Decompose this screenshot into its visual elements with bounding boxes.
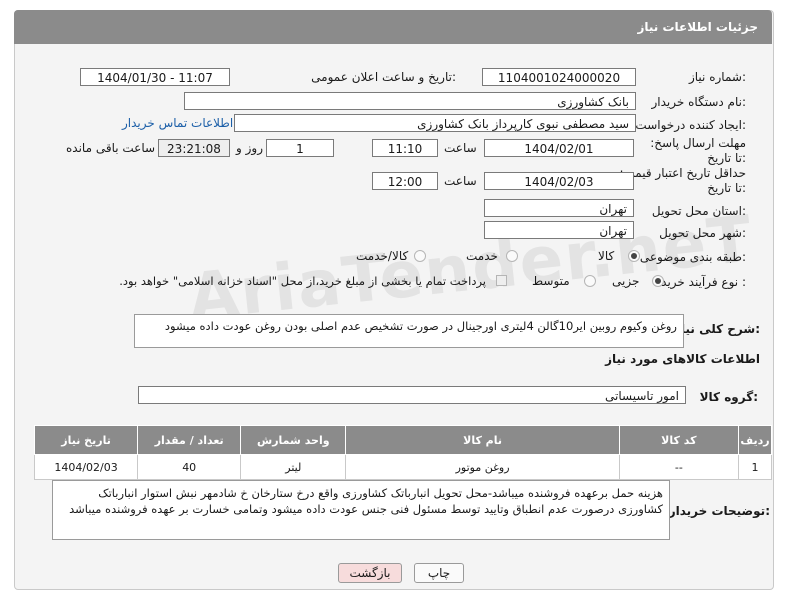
province-field[interactable]: تهران: [484, 199, 634, 217]
goods-group-label: گروه کالا:: [699, 390, 758, 404]
creator-label: ایجاد کننده درخواست:: [635, 118, 746, 132]
validity-time-field[interactable]: 12:00: [372, 172, 438, 190]
remaining-time-field: 23:21:08: [158, 139, 230, 157]
category-label: طبقه بندی موضوعی:: [639, 250, 746, 264]
process-medium-label: متوسط: [532, 274, 570, 288]
validity-time-label: ساعت: [444, 174, 477, 188]
days-label: روز و: [236, 141, 263, 155]
goods-section-title: اطلاعات کالاهای مورد نیاز: [605, 352, 760, 366]
buyer-org-label: نام دستگاه خریدار:: [651, 95, 747, 109]
province-label: استان محل تحویل:: [651, 204, 746, 218]
validity-date-field[interactable]: 1404/02/03: [484, 172, 634, 190]
print-button[interactable]: چاپ: [414, 563, 464, 583]
panel-title: جزئیات اطلاعات نیاز: [637, 20, 758, 34]
days-field[interactable]: 1: [266, 139, 334, 157]
category-goods-radio[interactable]: [628, 250, 640, 262]
announce-field[interactable]: 1404/01/30 - 11:07: [80, 68, 230, 86]
cell-unit: لیتر: [240, 454, 347, 480]
col-code: کد کالا: [618, 425, 739, 455]
deadline-date-field[interactable]: 1404/02/01: [484, 139, 634, 157]
buyer-notes-textarea[interactable]: هزینه حمل برعهده فروشنده میباشد-محل تحوی…: [52, 480, 670, 540]
process-label: نوع فرآیند خرید :: [661, 275, 746, 289]
cell-need-date: 1404/02/03: [33, 454, 139, 480]
need-number-field[interactable]: 1104001024000020: [482, 68, 636, 86]
buyer-notes-label: توضیحات خریدار:: [668, 504, 770, 518]
contact-info-link[interactable]: اطلاعات تماس خریدار: [122, 116, 233, 130]
col-unit: واحد شمارش: [240, 425, 347, 455]
col-need-date: تاریخ نیاز: [33, 425, 139, 455]
validity-label: حداقل تاریخ اعتبار قیمت: تا تاریخ:: [619, 166, 746, 195]
creator-field[interactable]: سید مصطفی نبوی کارپرداز بانک کشاورزی: [234, 114, 636, 132]
process-medium-radio[interactable]: [584, 275, 596, 287]
goods-table: تاریخ نیاز تعداد / مقدار واحد شمارش نام …: [33, 425, 773, 480]
deadline-time-label: ساعت: [444, 141, 477, 155]
col-name: نام کالا: [345, 425, 620, 455]
back-button[interactable]: بازگشت: [338, 563, 402, 583]
category-service-radio[interactable]: [506, 250, 518, 262]
cell-name: روغن موتور: [345, 454, 620, 480]
cell-code: --: [618, 454, 739, 480]
deadline-time-field[interactable]: 11:10: [372, 139, 438, 157]
cell-index: 1: [737, 454, 773, 480]
goods-table-header: تاریخ نیاز تعداد / مقدار واحد شمارش نام …: [33, 425, 773, 455]
treasury-note: پرداخت تمام یا بخشی از مبلغ خرید،از محل …: [119, 274, 486, 288]
goods-group-field[interactable]: امور تاسیساتی: [138, 386, 686, 404]
buyer-org-field[interactable]: بانک کشاورزی: [184, 92, 636, 110]
description-textarea[interactable]: روغن وکیوم روبین ایر10گالن 4لیتری اورجین…: [134, 314, 684, 348]
category-both-radio[interactable]: [414, 250, 426, 262]
table-row[interactable]: 1404/02/03 40 لیتر روغن موتور -- 1: [33, 454, 773, 480]
category-service-label: خدمت: [466, 249, 498, 263]
treasury-checkbox[interactable]: [496, 275, 507, 286]
deadline-label: مهلت ارسال پاسخ: تا تاریخ:: [650, 136, 746, 165]
description-label: شرح کلی نیاز:: [674, 322, 760, 336]
panel-header: جزئیات اطلاعات نیاز: [14, 10, 772, 44]
col-index: ردیف: [737, 425, 773, 455]
city-label: شهر محل تحویل:: [659, 226, 746, 240]
col-qty: تعداد / مقدار: [137, 425, 242, 455]
announce-label: تاریخ و ساعت اعلان عمومی:: [311, 70, 456, 84]
cell-qty: 40: [137, 454, 242, 480]
process-minor-radio[interactable]: [652, 275, 664, 287]
category-both-label: کالا/خدمت: [356, 249, 409, 263]
category-goods-label: کالا: [598, 249, 615, 263]
process-minor-label: جزیی: [612, 274, 640, 288]
remaining-label: ساعت باقی مانده: [66, 141, 156, 155]
need-number-label: شماره نیاز:: [688, 70, 746, 84]
city-field[interactable]: تهران: [484, 221, 634, 239]
